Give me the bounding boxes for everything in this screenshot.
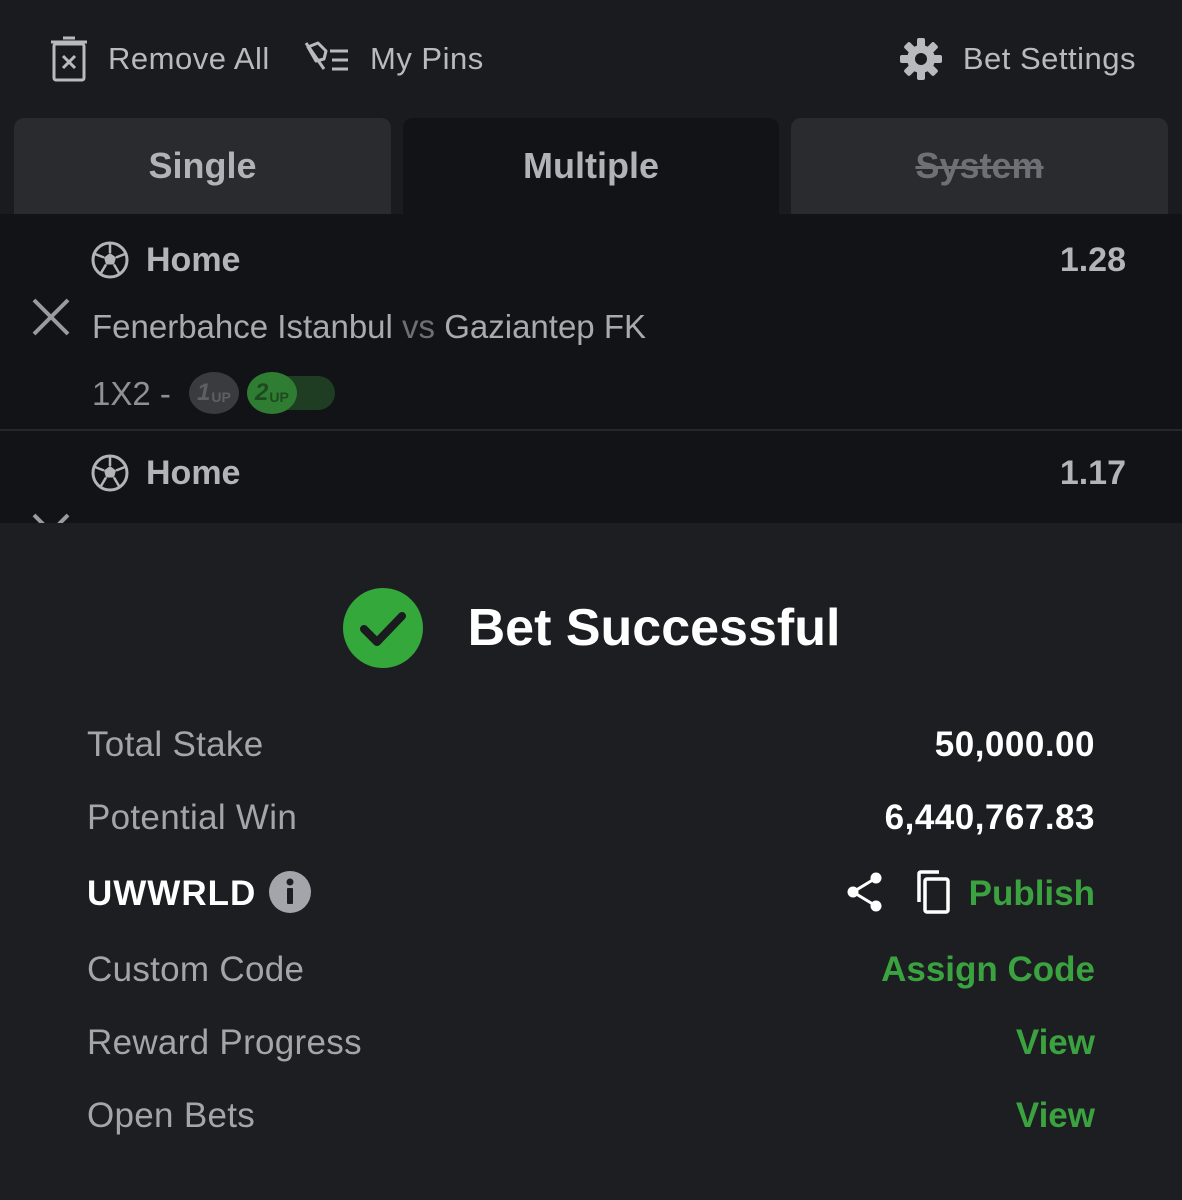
selection-list: Home 1.28 Fenerbahce Istanbul vs Gaziant…: [0, 214, 1182, 523]
total-stake-label: Total Stake: [87, 725, 264, 764]
soccer-ball-icon: [90, 453, 130, 493]
info-icon[interactable]: [268, 870, 312, 919]
selection-odds: 1.28: [1059, 241, 1126, 279]
potential-win-value: 6,440,767.83: [884, 798, 1095, 837]
potential-win-row: Potential Win 6,440,767.83: [87, 793, 1095, 843]
open-bets-view-link[interactable]: View: [1016, 1096, 1095, 1136]
booking-code-actions: Publish: [845, 869, 1095, 919]
close-icon[interactable]: [30, 296, 72, 338]
total-stake-value: 50,000.00: [934, 725, 1095, 764]
home-team: Fenerbahce Istanbul: [92, 308, 393, 345]
market-label: 1X2 -: [92, 375, 171, 412]
boost-1up-badge[interactable]: 1 UP: [188, 372, 239, 414]
success-title: Bet Successful: [467, 599, 841, 657]
selection-pick: Home: [146, 241, 241, 279]
copy-icon[interactable]: [913, 869, 951, 919]
assign-code-button[interactable]: Assign Code: [881, 950, 1095, 990]
reward-progress-label: Reward Progress: [87, 1023, 362, 1062]
share-icon[interactable]: [845, 871, 885, 918]
selection-item: Home 1.28 Fenerbahce Istanbul vs Gaziant…: [0, 214, 1182, 431]
bet-success-panel: Bet Successful Total Stake 50,000.00 Pot…: [0, 523, 1182, 1200]
close-icon[interactable]: [30, 511, 72, 523]
boost-toggles: 1 UP 2 UP: [188, 372, 339, 416]
gear-icon: [899, 37, 943, 81]
booking-code-row: UWWRLD Publish: [87, 869, 1095, 919]
my-pins-button[interactable]: My Pins: [304, 34, 484, 84]
custom-code-row: Custom Code Assign Code: [87, 945, 1095, 995]
bet-slip-toolbar: Remove All My Pins Bet Settings: [0, 0, 1182, 118]
success-header: Bet Successful: [0, 587, 1182, 669]
remove-all-button[interactable]: Remove All: [50, 34, 270, 84]
bet-settings-label: Bet Settings: [962, 41, 1136, 76]
open-bets-label: Open Bets: [87, 1096, 256, 1135]
check-circle-icon: [342, 587, 424, 669]
tab-single[interactable]: Single: [14, 118, 391, 214]
market-row: 1X2 - 1 UP 2 UP: [92, 372, 339, 416]
vs-label: vs: [402, 308, 436, 345]
tab-multiple[interactable]: Multiple: [403, 118, 779, 214]
reward-progress-row: Reward Progress View: [87, 1018, 1095, 1068]
booking-code: UWWRLD: [87, 874, 257, 913]
custom-code-label: Custom Code: [87, 950, 305, 989]
trash-icon: [50, 36, 88, 82]
my-pins-label: My Pins: [370, 41, 484, 76]
tab-system: System: [791, 118, 1168, 214]
away-team: Gaziantep FK: [444, 308, 646, 345]
reward-progress-view-link[interactable]: View: [1016, 1023, 1095, 1063]
publish-button[interactable]: Publish: [969, 874, 1095, 914]
open-bets-row: Open Bets View: [87, 1091, 1095, 1141]
selection-pick: Home: [146, 454, 241, 492]
soccer-ball-icon: [90, 240, 130, 280]
selection-odds: 1.17: [1059, 454, 1126, 492]
remove-all-label: Remove All: [108, 41, 270, 76]
potential-win-label: Potential Win: [87, 798, 298, 837]
booking-code-group: UWWRLD: [87, 870, 312, 919]
pin-icon: [304, 41, 350, 77]
match-name: Fenerbahce Istanbul vs Gaziantep FK: [92, 308, 646, 346]
bet-settings-button[interactable]: Bet Settings: [899, 34, 1136, 84]
boost-2up-badge[interactable]: 2 UP: [246, 372, 297, 414]
bet-type-tabs: Single Multiple System: [0, 118, 1182, 214]
total-stake-row: Total Stake 50,000.00: [87, 720, 1095, 770]
selection-item: Home 1.17: [0, 431, 1182, 523]
